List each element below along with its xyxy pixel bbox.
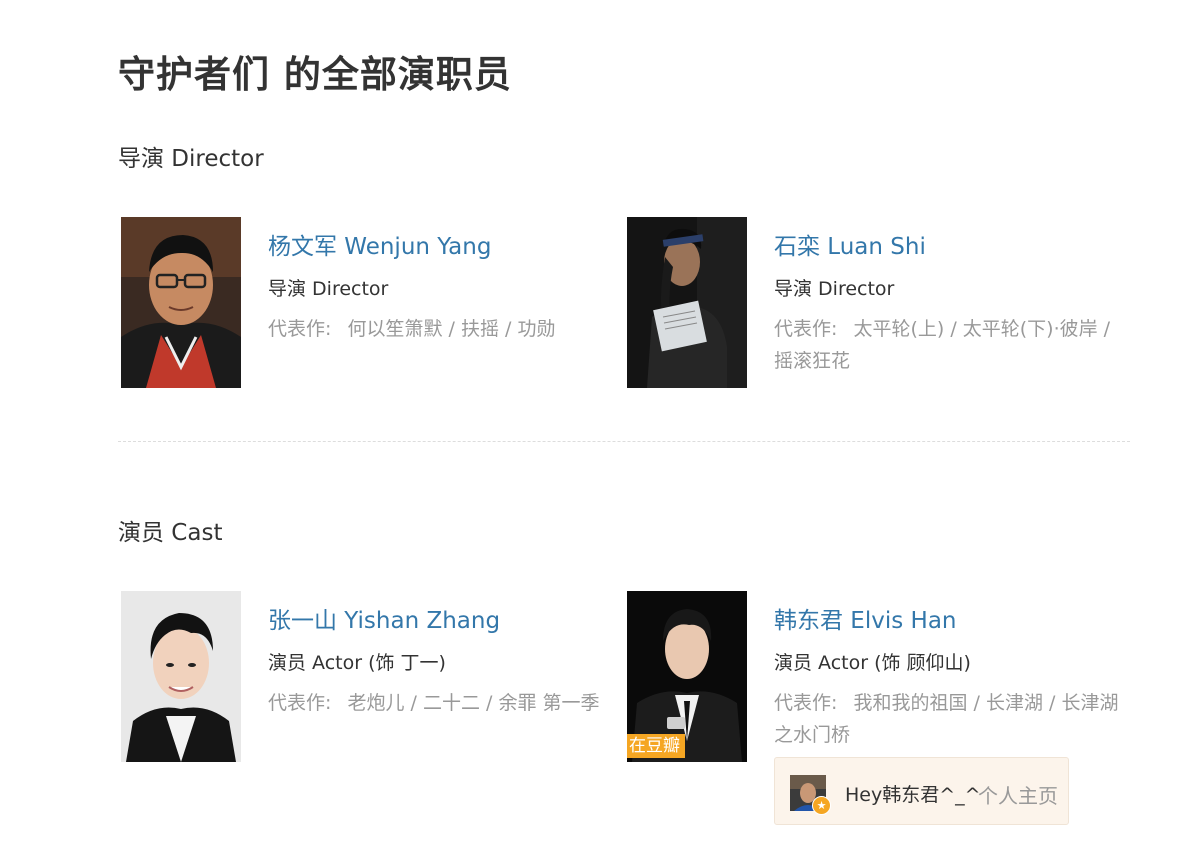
work-link[interactable]: 二十二 (423, 692, 480, 714)
person-card: 在豆瓣 韩东君 Elvis Han 演员 Actor (饰 顾仰山) 代表作: … (624, 591, 1129, 766)
separator: / (498, 318, 518, 340)
work-link[interactable]: 太平轮(上) (853, 318, 944, 340)
separator: / (967, 692, 986, 714)
douban-profile-popup: ★ Hey韩东君^_^ 个人主页 (774, 757, 1069, 825)
person-photo[interactable] (121, 217, 241, 388)
person-card: 张一山 Yishan Zhang 演员 Actor (饰 丁一) 代表作: 老炮… (118, 591, 623, 766)
representative-works: 代表作: 我和我的祖国 / 长津湖 / 长津湖之水门桥 (774, 687, 1129, 751)
work-link[interactable]: 长津湖 (986, 692, 1043, 714)
douban-badge[interactable]: 在豆瓣 (627, 734, 685, 758)
representative-works: 代表作: 何以笙箫默 / 扶摇 / 功勋 (268, 313, 623, 345)
work-link[interactable]: 扶摇 (461, 318, 499, 340)
person-photo[interactable] (121, 591, 241, 762)
works-label: 代表作: (268, 692, 332, 714)
person-photo[interactable] (627, 217, 747, 388)
page-title: 守护者们 的全部演职员 (118, 53, 512, 96)
separator: / (442, 318, 461, 340)
person-name-link[interactable]: 张一山 Yishan Zhang (268, 601, 500, 635)
separator: / (944, 318, 963, 340)
separator: / (1097, 318, 1111, 340)
work-link[interactable]: 何以笙箫默 (347, 318, 442, 340)
person-card: 石栾 Luan Shi 导演 Director 代表作: 太平轮(上) / 太平… (624, 217, 1129, 392)
work-link[interactable]: 功勋 (517, 318, 555, 340)
separator: / (479, 692, 499, 714)
work-link[interactable]: 我和我的祖国 (853, 692, 967, 714)
work-link[interactable]: 太平轮(下)·彼岸 (963, 318, 1098, 340)
person-name-link[interactable]: 韩东君 Elvis Han (774, 601, 957, 635)
person-role: 导演 Director (774, 278, 895, 300)
section-title-cast: 演员 Cast (118, 520, 223, 546)
star-badge-icon: ★ (812, 796, 831, 815)
work-link[interactable]: 老炮儿 (347, 692, 404, 714)
representative-works: 代表作: 太平轮(上) / 太平轮(下)·彼岸 / 摇滚狂花 (774, 313, 1129, 377)
person-card: 杨文军 Wenjun Yang 导演 Director 代表作: 何以笙箫默 /… (118, 217, 623, 392)
section-divider (118, 441, 1130, 442)
separator: / (1042, 692, 1062, 714)
works-label: 代表作: (774, 692, 838, 714)
person-role: 导演 Director (268, 278, 389, 300)
work-link[interactable]: 余罪 第一季 (498, 692, 599, 714)
person-name-link[interactable]: 石栾 Luan Shi (774, 227, 926, 261)
work-link[interactable]: 摇滚狂花 (774, 350, 850, 372)
person-photo[interactable]: 在豆瓣 (627, 591, 747, 762)
person-role: 演员 Actor (饰 顾仰山) (774, 652, 971, 674)
works-label: 代表作: (268, 318, 332, 340)
popup-greeting: Hey韩东君^_^ (845, 784, 981, 806)
separator: / (404, 692, 423, 714)
representative-works: 代表作: 老炮儿 / 二十二 / 余罪 第一季 (268, 687, 623, 719)
person-name-link[interactable]: 杨文军 Wenjun Yang (268, 227, 491, 261)
homepage-link[interactable]: 个人主页 (978, 780, 1058, 809)
works-label: 代表作: (774, 318, 838, 340)
person-role: 演员 Actor (饰 丁一) (268, 652, 446, 674)
section-title-director: 导演 Director (118, 146, 264, 172)
